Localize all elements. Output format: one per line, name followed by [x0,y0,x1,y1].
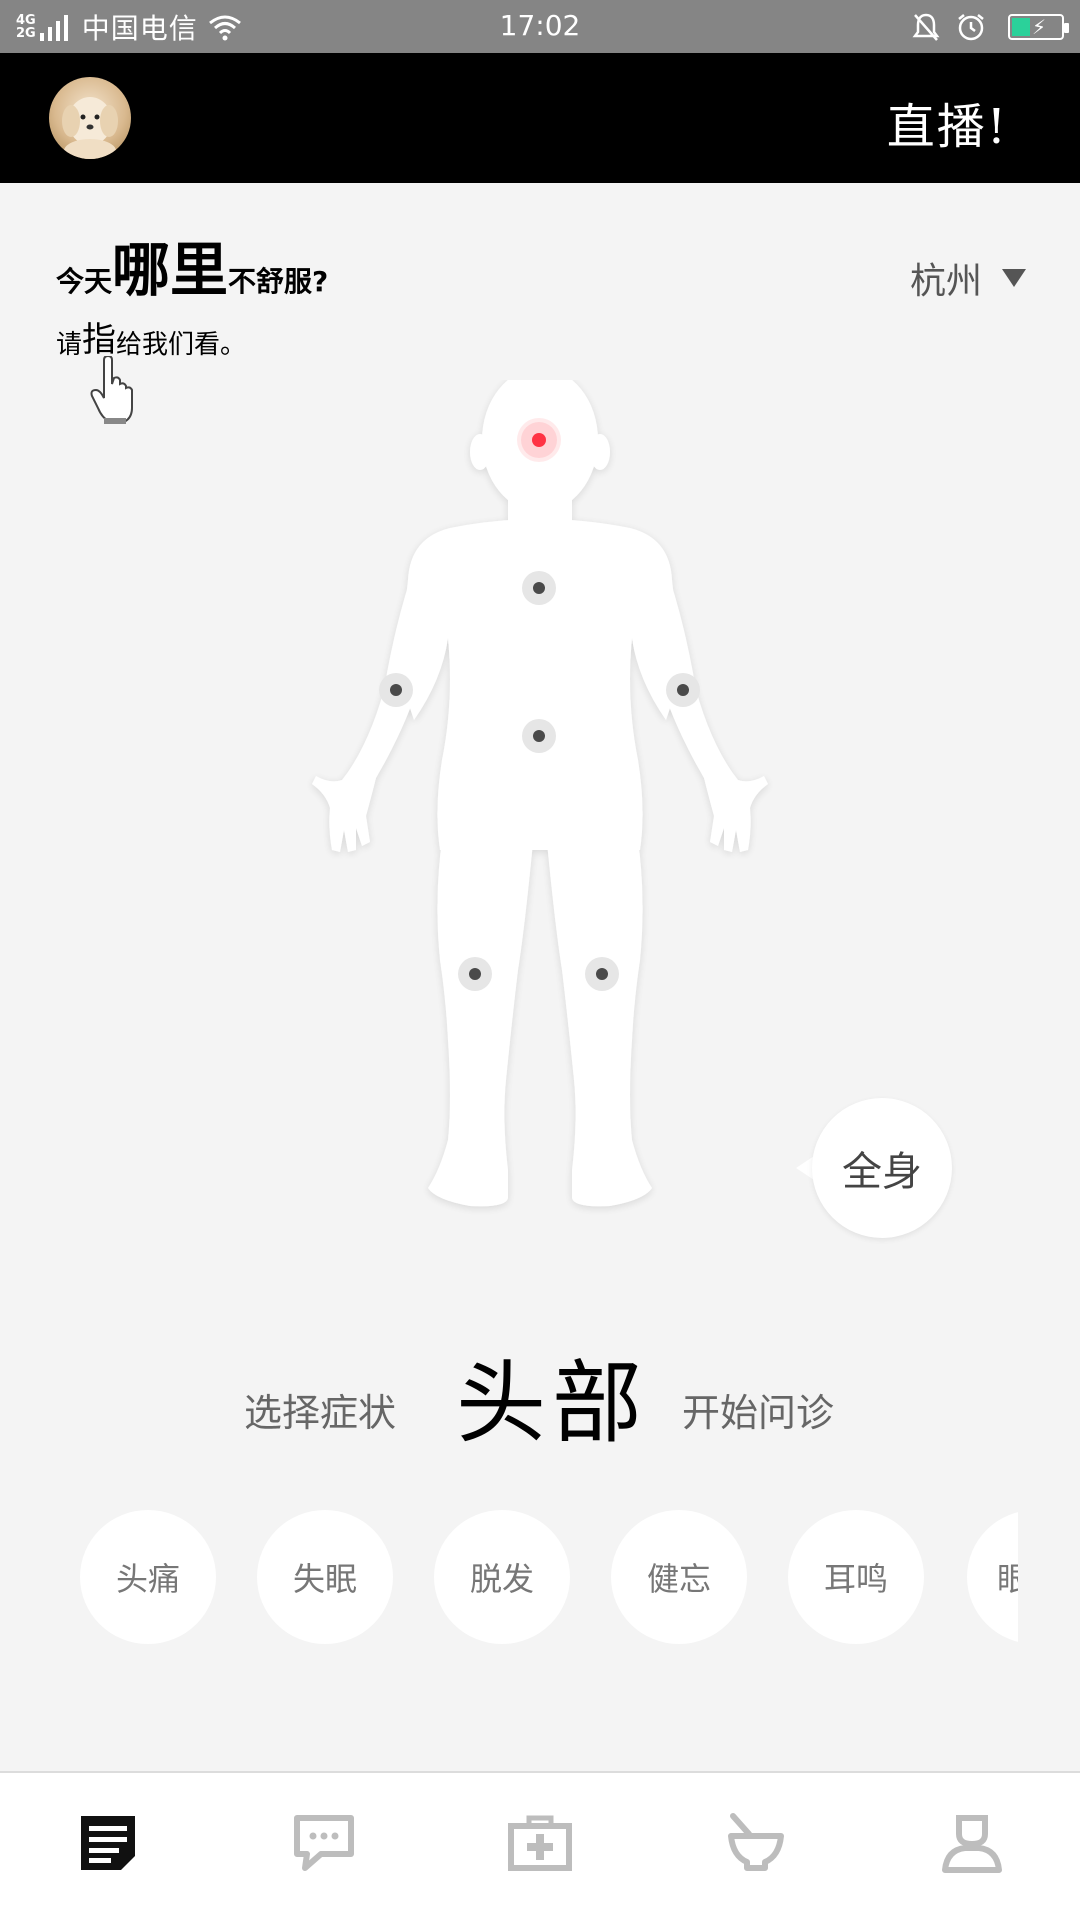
symptom-chip[interactable]: 头痛 [80,1510,216,1644]
body-figure[interactable] [300,380,780,1220]
instruction-prefix: 请 [56,330,83,360]
question-suffix: 不舒服? [228,265,329,298]
body-point-head[interactable] [521,422,557,458]
symptom-chip[interactable]: 失眠 [257,1510,393,1644]
battery-icon: ⚡ [1008,14,1069,40]
triangle-down-icon [1002,269,1026,287]
battery-level [1012,18,1030,36]
mortar-icon [728,1813,784,1871]
question-prompt: 今天 哪里 不舒服? 请 指 给我们看。 [56,240,328,361]
part-selector: 选择症状 头部 开始问诊 [0,1330,1080,1456]
body-point-chest[interactable] [522,571,556,605]
pointing-hand-icon [90,356,133,424]
body-point-left-knee[interactable] [458,957,492,991]
medical-kit-icon [508,1815,572,1871]
question-line-1: 今天 哪里 不舒服? [56,240,328,300]
charging-icon: ⚡ [1032,15,1047,39]
dog-avatar-icon [62,97,118,159]
question-line-2: 请 指 给我们看。 [56,312,328,361]
body-point-left-arm[interactable] [379,673,413,707]
bottom-nav [0,1771,1080,1920]
symptom-chip[interactable]: 健忘 [611,1510,747,1644]
symptom-chip[interactable]: 眼 [967,1510,1018,1644]
nav-medical[interactable] [500,1803,580,1883]
question-emphasis: 哪里 [112,236,229,304]
current-body-part: 头部 [456,1351,648,1456]
symptom-chip[interactable]: 耳鸣 [788,1510,924,1644]
question-prefix: 今天 [56,265,113,298]
bell-muted-icon [912,13,940,41]
alarm-icon [958,14,984,41]
instruction-emphasis: 指 [82,320,117,360]
status-bar: 4G 2G 中国电信 17:02 ⚡ [0,0,1080,53]
symptom-chip[interactable]: 脱发 [434,1510,570,1644]
doctor-icon [942,1815,1002,1873]
select-symptom-label[interactable]: 选择症状 [244,1382,396,1437]
chat-icon [294,1815,354,1871]
city-selector[interactable]: 杭州 [910,252,1026,304]
user-avatar[interactable] [49,77,131,159]
start-consultation-label[interactable]: 开始问诊 [682,1382,834,1437]
nav-messages[interactable] [284,1803,364,1883]
body-point-right-arm[interactable] [666,673,700,707]
nav-profile[interactable] [932,1803,1012,1883]
nav-pharmacy[interactable] [716,1803,796,1883]
body-point-right-knee[interactable] [585,957,619,991]
body-point-abdomen[interactable] [522,719,556,753]
live-button[interactable]: 直播! [887,87,1008,157]
symptom-list[interactable]: 头痛 失眠 脱发 健忘 耳鸣 眼 [80,1510,1018,1645]
article-icon [81,1816,135,1870]
app-header: 直播! [0,53,1080,183]
city-label: 杭州 [909,261,982,302]
status-right: ⚡ [912,8,1069,46]
whole-body-button[interactable]: 全身 [812,1098,952,1238]
nav-articles[interactable] [68,1803,148,1883]
